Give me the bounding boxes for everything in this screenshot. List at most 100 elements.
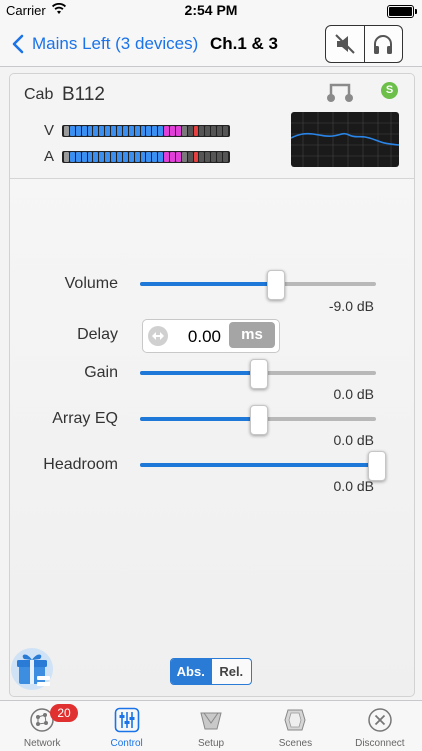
delay-unit[interactable]: ms	[229, 322, 275, 348]
meter-segment	[128, 126, 134, 136]
rel-button[interactable]: Rel.	[210, 659, 252, 684]
meter-segment	[117, 152, 122, 162]
mute-button[interactable]	[326, 26, 364, 62]
status-bar: Carrier 2:54 PM	[0, 0, 422, 22]
meter-segment	[81, 126, 87, 136]
nav-button-group	[325, 25, 403, 63]
meter-segment	[170, 152, 175, 162]
meter-segment	[181, 126, 187, 136]
array-eq-slider-thumb[interactable]	[250, 405, 268, 435]
array-eq-value: 0.0 dB	[333, 432, 374, 448]
cabinet-header: Cab B112 S V A	[10, 74, 414, 179]
headphones-button[interactable]	[363, 26, 403, 62]
meter-segment	[217, 126, 223, 136]
meter-segment	[105, 152, 111, 162]
headroom-label: Headroom	[43, 456, 118, 473]
meter-segment	[111, 152, 117, 162]
gain-slider[interactable]	[140, 359, 376, 389]
cab-label: Cab	[24, 86, 54, 103]
volume-value: -9.0 dB	[328, 298, 374, 314]
gain-slider-thumb[interactable]	[250, 359, 268, 389]
meter-segment	[93, 126, 99, 136]
tab-scenes-label: Scenes	[278, 738, 313, 749]
meter-segment	[87, 126, 93, 136]
tab-disconnect[interactable]: Disconnect	[338, 701, 422, 751]
meter-segment	[75, 126, 81, 136]
delay-label: Delay	[77, 326, 118, 343]
meter-segment	[111, 126, 117, 136]
meter-segment	[164, 152, 170, 162]
meter-segment	[158, 126, 164, 136]
meter-segment	[146, 126, 152, 136]
navigation-bar: Mains Left (3 devices) Ch.1 & 3	[0, 22, 422, 67]
tab-network[interactable]: 20 Network	[0, 701, 84, 751]
meter-segment	[122, 126, 128, 136]
solo-badge[interactable]: S	[381, 82, 398, 99]
volume-slider-thumb[interactable]	[266, 270, 285, 300]
meter-segment	[199, 152, 205, 162]
tab-network-label: Network	[23, 738, 61, 749]
gain-label: Gain	[84, 364, 118, 381]
meter-segment	[134, 126, 140, 136]
meter-segment	[205, 152, 211, 162]
control-panel: Cab B112 S V A Volume -9.0 dB Delay 0.00…	[9, 73, 415, 697]
meter-segment	[158, 152, 164, 162]
meter-segment	[152, 126, 158, 136]
disconnect-icon	[368, 708, 392, 732]
meter-segment	[152, 152, 158, 162]
clock: 2:54 PM	[184, 2, 238, 18]
cab-model: B112	[62, 84, 105, 105]
abs-button[interactable]: Abs.	[171, 659, 211, 684]
meter-segment	[187, 126, 193, 136]
abs-rel-toggle: Abs. Rel.	[170, 658, 252, 685]
array-eq-slider[interactable]	[140, 405, 376, 435]
gift-icon[interactable]	[10, 647, 54, 691]
meter-segment	[211, 152, 217, 162]
link-icon[interactable]	[323, 80, 357, 104]
meter-segment	[223, 152, 228, 162]
volume-slider[interactable]	[140, 270, 376, 300]
meter-segment	[140, 152, 146, 162]
headroom-value: 0.0 dB	[333, 478, 374, 494]
tab-setup-label: Setup	[197, 738, 225, 749]
sliders-icon	[114, 707, 139, 733]
meter-segment	[93, 152, 99, 162]
meter-segment	[217, 152, 223, 162]
meter-segment	[117, 126, 122, 136]
meter-segment	[140, 126, 146, 136]
meter-segment	[193, 126, 199, 136]
back-button[interactable]: Mains Left (3 devices)	[32, 34, 198, 54]
meter-segment	[170, 126, 175, 136]
meter-segment	[187, 152, 193, 162]
eq-curve-display[interactable]	[291, 112, 399, 167]
meter-segment	[69, 126, 75, 136]
meter-segment	[64, 126, 69, 136]
delay-value[interactable]: 0.00	[143, 327, 221, 347]
back-chevron-icon[interactable]	[10, 34, 28, 54]
headroom-slider[interactable]	[140, 451, 386, 481]
tab-setup[interactable]: Setup	[169, 701, 253, 751]
meter-segment	[75, 152, 81, 162]
mute-icon	[335, 34, 355, 54]
headroom-slider-thumb[interactable]	[368, 451, 386, 481]
voltage-meter	[62, 125, 230, 137]
delay-field[interactable]: 0.00 ms	[142, 319, 280, 353]
gain-value: 0.0 dB	[333, 386, 374, 402]
battery-icon	[387, 5, 417, 18]
meter-segment	[69, 152, 75, 162]
array-eq-label: Array EQ	[52, 410, 118, 427]
volume-label: Volume	[64, 275, 118, 292]
tab-control[interactable]: Control	[84, 701, 168, 751]
meter-segment	[164, 126, 170, 136]
current-meter	[62, 151, 230, 163]
tab-scenes[interactable]: Scenes	[253, 701, 337, 751]
meter-label-v: V	[44, 122, 55, 139]
tab-control-label: Control	[110, 738, 143, 749]
meter-segment	[193, 152, 199, 162]
tab-disconnect-label: Disconnect	[355, 738, 405, 749]
setup-icon	[200, 712, 222, 730]
meter-segment	[205, 126, 211, 136]
meter-segment	[81, 152, 87, 162]
network-badge: 20	[50, 704, 78, 722]
page-title: Ch.1 & 3	[210, 34, 279, 53]
